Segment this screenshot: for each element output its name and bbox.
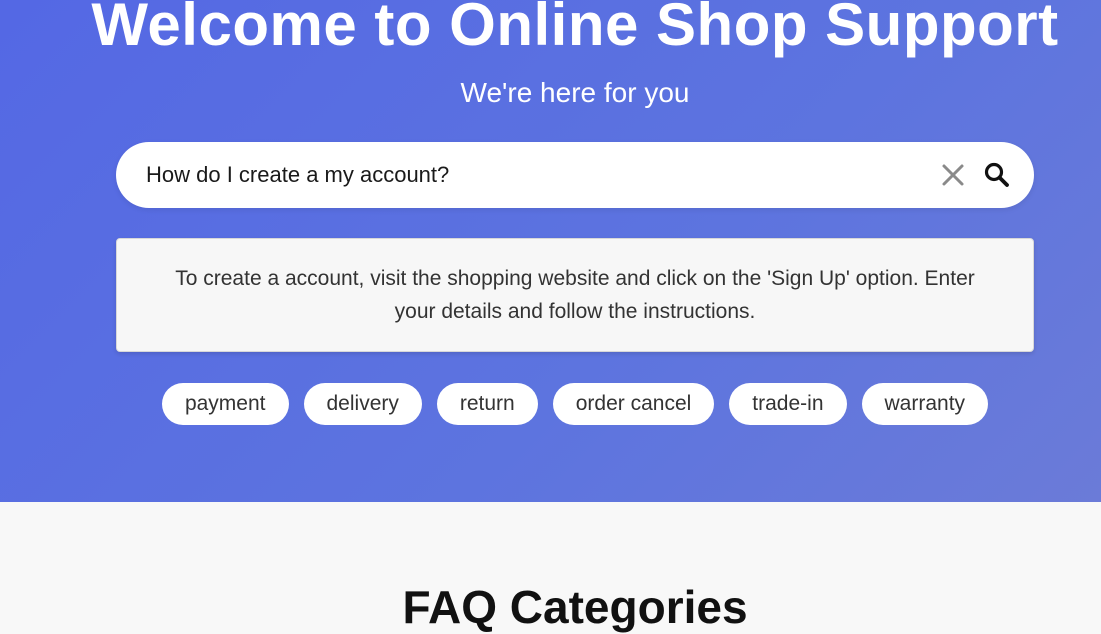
answer-text: To create a account, visit the shopping … [175, 267, 975, 323]
tag-return[interactable]: return [436, 383, 538, 425]
answer-box: To create a account, visit the shopping … [116, 238, 1034, 352]
search-icon [984, 162, 1009, 187]
tag-delivery[interactable]: delivery [303, 383, 422, 425]
faq-categories-heading: FAQ Categories [402, 581, 748, 633]
hero-section: Welcome to Online Shop Support We're her… [0, 0, 1101, 502]
tag-payment[interactable]: payment [161, 383, 289, 425]
tag-trade-in[interactable]: trade-in [729, 383, 847, 425]
hero-subtitle: We're here for you [460, 77, 690, 108]
close-icon [942, 164, 964, 186]
search-button[interactable] [982, 160, 1012, 190]
tag-order-cancel[interactable]: order cancel [552, 383, 715, 425]
clear-search-button[interactable] [938, 160, 968, 190]
tag-warranty[interactable]: warranty [861, 383, 989, 425]
search-input[interactable] [146, 156, 906, 194]
page-title: Welcome to Online Shop Support [91, 0, 1059, 58]
search-bar [116, 142, 1034, 208]
quick-topic-tags: payment delivery return order cancel tra… [0, 383, 1101, 425]
